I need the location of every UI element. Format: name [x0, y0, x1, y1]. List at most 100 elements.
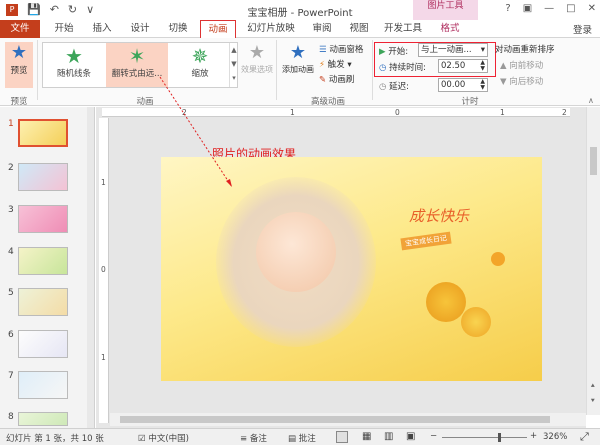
app-logo-icon: P — [6, 3, 18, 16]
minimize-icon[interactable]: — — [544, 3, 554, 14]
add-animation-button[interactable]: ★ 添加动画 — [279, 42, 317, 75]
tab-transitions[interactable]: 切换 — [164, 20, 192, 38]
start-dropdown[interactable]: 与上一动画... ▾ — [418, 43, 488, 57]
thumb-number: 1 — [8, 119, 14, 129]
notes-button[interactable]: ≡ 备注 — [240, 432, 267, 444]
tab-design[interactable]: 设计 — [126, 20, 154, 38]
slide-thumbnail-2[interactable] — [18, 163, 68, 191]
maximize-icon[interactable]: □ — [566, 3, 575, 14]
thumb-number: 2 — [8, 163, 14, 173]
window-title: 宝宝相册 - PowerPoint — [247, 8, 353, 19]
preview-star-icon: ★ — [10, 42, 28, 63]
tab-view[interactable]: 视图 — [345, 20, 373, 38]
delay-clock-icon: ◷ — [379, 82, 390, 92]
zoom-slider[interactable] — [442, 437, 527, 438]
ribbon-tabs: 文件 开始 插入 设计 切换 动画 幻灯片放映 审阅 视图 开发工具 格式 — [0, 20, 600, 39]
trigger-button[interactable]: ⚡ 触发 ▾ — [319, 58, 352, 70]
slide-thumbnail-5[interactable] — [18, 288, 68, 316]
language-indicator[interactable]: ☑ 中文(中国) — [138, 432, 189, 444]
comments-button[interactable]: ▤ 批注 — [288, 432, 316, 444]
zoom-level[interactable]: 326% — [543, 432, 567, 442]
slide-thumbnail-6[interactable] — [18, 330, 68, 358]
save-icon[interactable]: 💾 — [27, 3, 41, 16]
contextual-tools-label: 图片工具 — [413, 0, 478, 20]
slideshow-view-icon[interactable]: ▣ — [406, 431, 415, 442]
normal-view-icon[interactable] — [336, 431, 348, 443]
up-arrow-icon: ▲ — [500, 61, 510, 71]
h-scroll-thumb[interactable] — [120, 416, 550, 423]
tab-insert[interactable]: 插入 — [88, 20, 116, 38]
zoom-in-icon[interactable]: + — [530, 431, 537, 441]
random-bars-star-icon: ★ — [65, 44, 83, 68]
redo-icon[interactable]: ↻ — [68, 3, 77, 16]
ribbon-display-icon[interactable]: ▣ — [523, 3, 532, 14]
thumb-number: 7 — [8, 371, 14, 381]
slide-thumbnail-3[interactable] — [18, 205, 68, 233]
fit-slide-icon[interactable]: ⤢ — [580, 430, 589, 444]
animation-item-random-bars[interactable]: ★ 随机线条 — [43, 43, 105, 87]
tab-slideshow[interactable]: 幻灯片放映 — [244, 20, 298, 38]
start-label: ▶ 开始: — [379, 47, 409, 57]
ribbon: ★ 预览 预览 ★ 随机线条 ✶ 翻转式由远... ✵ 缩放 ▲ ▼ ▾ ★ 效果选… — [0, 38, 600, 107]
flower-decoration — [426, 282, 466, 322]
thumbnail-scrollbar[interactable] — [87, 107, 94, 428]
slide-thumbnail-7[interactable] — [18, 371, 68, 399]
tab-review[interactable]: 审阅 — [308, 20, 336, 38]
animation-painter-button[interactable]: ✎ 动画刷 — [319, 73, 354, 85]
comments-icon: ▤ — [288, 434, 299, 444]
animation-pane-icon: ☰ — [319, 45, 330, 55]
collapse-ribbon-icon[interactable]: ∧ — [588, 96, 594, 105]
flower-decoration — [461, 307, 491, 337]
delay-label: ◷ 延迟: — [379, 82, 409, 92]
horizontal-scrollbar[interactable] — [110, 413, 586, 426]
vertical-ruler: 1 0 1 — [99, 118, 109, 423]
trigger-icon: ⚡ — [319, 60, 328, 70]
thumb-number: 8 — [8, 412, 14, 422]
duration-label: ◷ 持续时间: — [379, 63, 426, 73]
sorter-view-icon[interactable]: ▦ — [362, 431, 371, 442]
scroll-thumb[interactable] — [590, 147, 597, 175]
move-later-button[interactable]: ▼ 向后移动 — [500, 75, 543, 87]
zoom-star-icon: ✵ — [191, 44, 209, 68]
tab-animations[interactable]: 动画 — [200, 20, 236, 39]
down-arrow-icon: ▼ — [500, 77, 510, 87]
customize-qat-icon[interactable]: ∨ — [86, 3, 94, 16]
prev-slide-icon[interactable]: ⯅ — [590, 382, 596, 391]
reorder-title: 对动画重新排序 — [495, 45, 555, 55]
flip-star-icon: ✶ — [128, 44, 146, 68]
tab-developer[interactable]: 开发工具 — [382, 20, 424, 38]
thumb-number: 6 — [8, 330, 14, 340]
reading-view-icon[interactable]: ▥ — [384, 431, 393, 442]
tab-format[interactable]: 格式 — [432, 20, 468, 38]
slide-thumbnail-4[interactable] — [18, 247, 68, 275]
baby-photo — [256, 212, 336, 292]
help-icon[interactable]: ? — [505, 3, 510, 14]
zoom-slider-thumb[interactable] — [498, 433, 501, 442]
close-icon[interactable]: ✕ — [588, 3, 596, 14]
move-earlier-button[interactable]: ▲ 向前移动 — [500, 59, 543, 71]
slide-thumbnail-1[interactable] — [18, 119, 68, 147]
duration-spinner[interactable]: 02.50 ▲ ▼ — [438, 59, 488, 73]
slide-info: 幻灯片 第 1 张，共 10 张 — [6, 434, 104, 444]
preview-button[interactable]: ★ 预览 — [5, 42, 33, 88]
tab-file[interactable]: 文件 — [0, 20, 40, 38]
effect-options-button[interactable]: ★ 效果选项 — [240, 42, 274, 75]
spinner-arrows-icon: ▲ ▼ — [480, 59, 485, 72]
animation-pane-button[interactable]: ☰ 动画窗格 — [319, 43, 363, 55]
thumbnail-pane: 1 2 3 4 5 6 7 8 — [0, 107, 95, 428]
slide-thumbnail-8[interactable] — [18, 412, 68, 426]
login-link[interactable]: 登录 — [573, 22, 592, 36]
annotation-arrow — [159, 76, 233, 188]
next-slide-icon[interactable]: ⯆ — [590, 397, 596, 406]
chevron-down-icon: ▾ — [480, 45, 485, 55]
vertical-scrollbar[interactable]: ⯅ ⯆ — [586, 107, 600, 415]
zoom-out-icon[interactable]: − — [430, 431, 437, 441]
undo-icon[interactable]: ↶ — [50, 3, 59, 16]
subtitle-banner: 宝宝成长日记 — [400, 231, 452, 251]
notes-icon: ≡ — [240, 434, 250, 444]
tab-home[interactable]: 开始 — [50, 20, 78, 38]
effect-options-star-icon: ★ — [248, 42, 266, 63]
delay-spinner-arrows-icon: ▲ ▼ — [480, 78, 485, 91]
window-controls: ? ▣ — □ ✕ — [505, 3, 596, 14]
delay-spinner[interactable]: 00.00 ▲ ▼ — [438, 78, 488, 92]
